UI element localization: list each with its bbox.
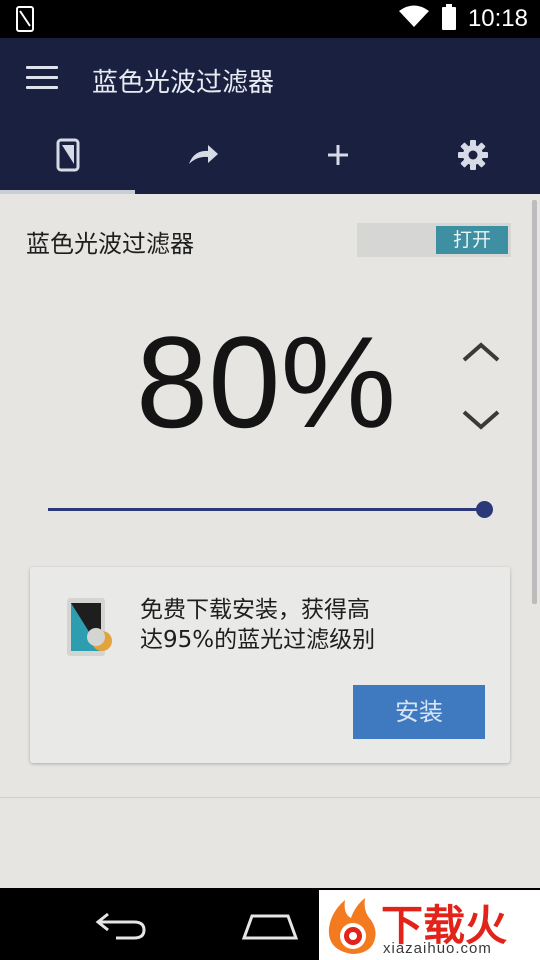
tab-schedule[interactable]	[135, 120, 270, 194]
promo-text-line1: 免费下载安装，获得高	[140, 597, 370, 623]
fire-logo-icon	[325, 894, 379, 960]
app-promo-icon	[64, 597, 114, 657]
chevron-down-icon	[462, 410, 500, 430]
filter-toggle[interactable]: 打开	[357, 223, 511, 257]
promo-text: 免费下载安装，获得高 达95%的蓝光过滤级别	[140, 595, 430, 655]
screen-filter-icon	[16, 6, 34, 36]
phone-filter-icon	[56, 138, 80, 176]
tab-bar	[0, 120, 540, 194]
watermark-domain: xiazaihuo.com	[383, 940, 492, 957]
tab-settings[interactable]	[405, 120, 540, 194]
promo-text-line2: 达95%的蓝光过滤级别	[140, 627, 376, 653]
status-right: 10:18	[398, 0, 528, 38]
filter-label: 蓝色光波过滤器	[26, 230, 194, 258]
divider	[0, 797, 540, 798]
screen: 10:18 蓝色光波过滤器 蓝色光波过滤器 打开 80% 免费下载安装，获得高 …	[0, 0, 540, 960]
content-area: 蓝色光波过滤器 打开 80% 免费下载安装，获得高 达95%的蓝光过滤级别 安装	[0, 194, 540, 888]
status-time: 10:18	[467, 5, 528, 32]
back-icon[interactable]	[94, 910, 148, 944]
filter-slider[interactable]	[48, 499, 493, 519]
promo-card: 免费下载安装，获得高 达95%的蓝光过滤级别 安装	[30, 567, 510, 763]
plus-icon	[326, 143, 350, 171]
wifi-icon	[398, 5, 430, 33]
increase-button[interactable]	[458, 334, 504, 370]
toggle-on-label: 打开	[436, 226, 508, 254]
tab-add[interactable]	[270, 120, 405, 194]
battery-icon	[441, 4, 456, 34]
home-icon[interactable]	[241, 912, 299, 944]
tab-filter[interactable]	[0, 120, 135, 194]
slider-thumb[interactable]	[476, 501, 493, 518]
toolbar: 蓝色光波过滤器	[0, 38, 540, 120]
chevron-up-icon	[462, 342, 500, 362]
watermark: 下载火 xiazaihuo.com	[319, 890, 540, 960]
install-button[interactable]: 安装	[353, 685, 485, 739]
status-bar: 10:18	[0, 0, 540, 38]
gear-icon	[457, 139, 489, 175]
hamburger-menu-icon[interactable]	[26, 66, 58, 92]
slider-track	[48, 508, 484, 511]
app-title: 蓝色光波过滤器	[92, 68, 275, 98]
redo-arrow-icon	[186, 144, 220, 170]
decrease-button[interactable]	[458, 402, 504, 438]
